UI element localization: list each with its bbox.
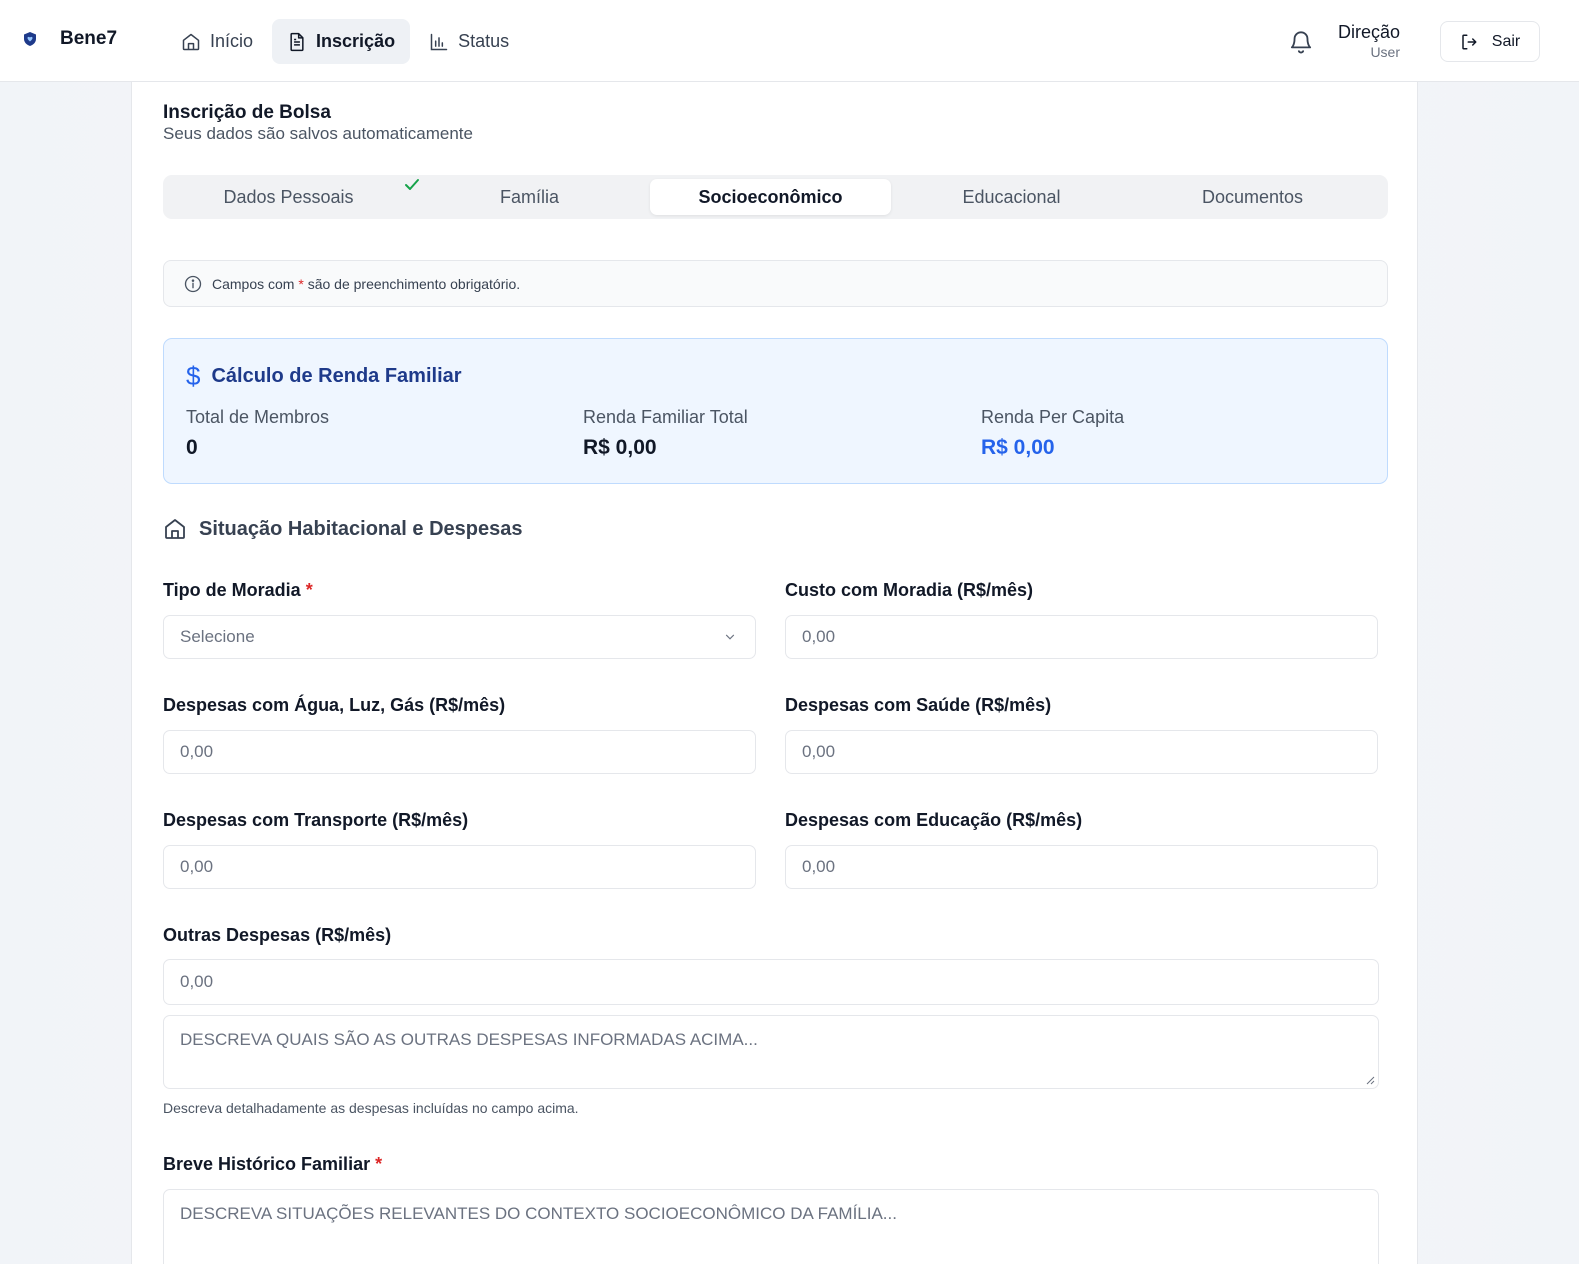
page-subtitle: Seus dados são salvos automaticamente [163, 124, 473, 143]
agua-luz-gas-input[interactable]: 0,00 [163, 730, 756, 774]
logout-label: Sair [1491, 32, 1521, 50]
tab-label: Dados Pessoais [223, 186, 354, 207]
historico-familiar-textarea[interactable]: DESCREVA SITUAÇÕES RELEVANTES DO CONTEXT… [163, 1189, 1379, 1264]
stat-renda-total: Renda Familiar Total R$ 0,00 [583, 407, 748, 459]
home-icon [165, 519, 185, 539]
total-income-value: R$ 0,00 [583, 436, 657, 459]
saude-input[interactable]: 0,00 [785, 730, 1378, 774]
tipo-moradia-select[interactable]: Selecione [163, 615, 756, 659]
agua-luz-gas-label: Despesas com Água, Luz, Gás (R$/mês) [163, 695, 506, 715]
nav-item-inicio[interactable]: Início [166, 19, 268, 64]
tab-label: Documentos [1201, 186, 1304, 207]
logout-button[interactable]: Sair [1440, 21, 1540, 62]
transporte-input[interactable]: 0,00 [163, 845, 756, 889]
outras-despesas-description-textarea[interactable]: DESCREVA QUAIS SÃO AS OUTRAS DESPESAS IN… [163, 1015, 1379, 1089]
brand[interactable]: Bene7 [20, 28, 117, 50]
custo-moradia-label: Custo com Moradia (R$/mês) [785, 580, 1034, 600]
saude-label: Despesas com Saúde (R$/mês) [785, 695, 1052, 715]
outras-despesas-label: Outras Despesas (R$/mês) [163, 925, 392, 945]
page-title: Inscrição de Bolsa [163, 102, 331, 123]
dollar-icon: $ [186, 361, 201, 391]
educacao-input[interactable]: 0,00 [785, 845, 1378, 889]
bar-chart-icon [430, 33, 448, 50]
tipo-moradia-label: Tipo de Moradia * [163, 580, 313, 600]
members-value: 0 [186, 436, 198, 459]
tab-socioeconomico[interactable]: Socioeconômico [650, 179, 891, 215]
per-capita-value: R$ 0,00 [981, 436, 1055, 459]
tab-label: Educacional [962, 186, 1061, 207]
nav-label: Inscrição [316, 31, 396, 51]
section-title-habitacional: Situação Habitacional e Despesas [163, 517, 522, 541]
main-nav: Início Inscrição Status [166, 19, 524, 64]
required-fields-notice: Campos com * são de preenchimento obriga… [163, 260, 1388, 307]
historico-familiar-label: Breve Histórico Familiar * [163, 1154, 383, 1174]
tab-label: Socioeconômico [698, 186, 843, 207]
tab-documentos[interactable]: Documentos [1132, 179, 1373, 215]
application-form-card: Inscrição de Bolsa Seus dados são salvos… [131, 82, 1418, 1264]
nav-label: Início [210, 31, 254, 51]
transporte-label: Despesas com Transporte (R$/mês) [163, 810, 469, 830]
nav-label: Status [458, 31, 510, 51]
custo-moradia-input[interactable]: 0,00 [785, 615, 1378, 659]
user-name: Direção [1337, 22, 1400, 42]
outras-despesas-hint: Descreva detalhadamente as despesas incl… [163, 1100, 579, 1116]
user-info[interactable]: Direção User [1320, 21, 1400, 61]
document-icon [290, 32, 304, 51]
stat-total-membros: Total de Membros 0 [186, 407, 330, 459]
home-icon [182, 33, 200, 50]
tab-familia[interactable]: Família [409, 179, 650, 215]
outras-despesas-input[interactable]: 0,00 [163, 959, 1379, 1005]
tab-dados-pessoais[interactable]: Dados Pessoais [168, 179, 419, 215]
chevron-down-icon [725, 634, 735, 640]
tab-label: Família [499, 186, 559, 207]
user-role: User [1370, 44, 1400, 60]
app-name: Bene7 [60, 28, 118, 49]
educacao-label: Despesas com Educação (R$/mês) [785, 810, 1083, 830]
tab-educacional[interactable]: Educacional [891, 179, 1132, 215]
income-panel-title: $ Cálculo de Renda Familiar [186, 361, 462, 391]
info-icon [184, 275, 202, 292]
stat-renda-per-capita: Renda Per Capita R$ 0,00 [981, 407, 1125, 459]
bell-icon[interactable] [1288, 28, 1314, 56]
nav-item-status[interactable]: Status [414, 19, 524, 64]
resize-handle-icon[interactable] [1365, 1075, 1375, 1085]
top-navigation-bar: Bene7 Início Inscrição Status Direção Us… [0, 0, 1579, 82]
form-step-tabs: Dados Pessoais Família Socioeconômico Ed… [163, 175, 1388, 219]
income-calculation-panel: $ Cálculo de Renda Familiar Total de Mem… [163, 338, 1388, 484]
nav-item-inscricao[interactable]: Inscrição [272, 19, 411, 64]
notice-text: Campos com * são de preenchimento obriga… [212, 275, 521, 292]
logout-icon [1462, 34, 1477, 49]
shield-logo-icon [20, 29, 40, 49]
